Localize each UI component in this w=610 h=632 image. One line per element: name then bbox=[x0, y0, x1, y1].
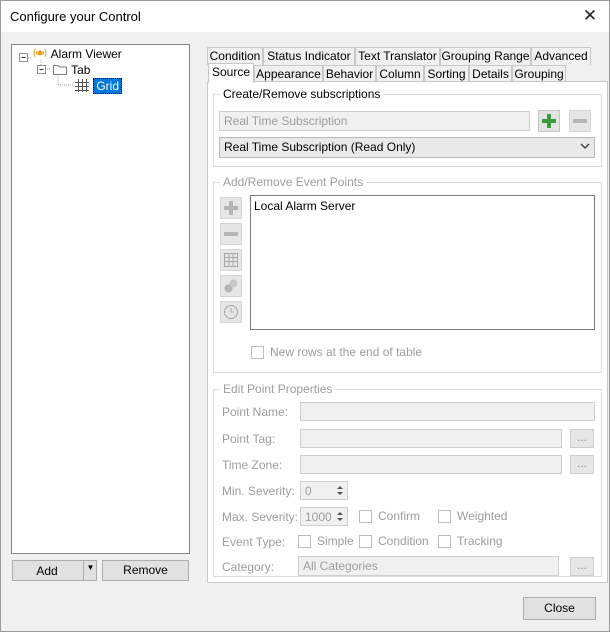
point-tag-label: Point Tag: bbox=[222, 432, 276, 446]
time-zone-browse-button[interactable]: ... bbox=[570, 455, 594, 474]
plus-icon bbox=[542, 114, 556, 128]
minus-icon bbox=[573, 119, 587, 123]
tree-item-grid[interactable]: Grid bbox=[74, 78, 123, 94]
remove-subscription-button[interactable] bbox=[569, 110, 591, 132]
max-severity-label: Max. Severity: bbox=[222, 510, 299, 524]
split-divider bbox=[83, 561, 84, 580]
condition-checkbox[interactable] bbox=[359, 535, 372, 548]
weighted-checkbox[interactable] bbox=[438, 510, 451, 523]
category-label: Category: bbox=[222, 560, 275, 574]
subscriptions-group: Create/Remove subscriptions Real Time Su… bbox=[213, 87, 602, 167]
tab-source[interactable]: Source bbox=[208, 63, 254, 83]
point-tag-browse-button[interactable]: ... bbox=[570, 429, 594, 448]
min-severity-label: Min. Severity: bbox=[222, 484, 295, 498]
subscription-select[interactable]: Real Time Subscription (Read Only) bbox=[219, 137, 595, 158]
min-severity-value: 0 bbox=[305, 484, 312, 498]
remove-event-point-button[interactable] bbox=[220, 223, 242, 245]
subscription-name-field[interactable]: Real Time Subscription bbox=[219, 111, 530, 131]
title-bar: Configure your Control ✕ bbox=[1, 1, 609, 32]
spin-arrows-icon[interactable] bbox=[334, 483, 346, 498]
add-button[interactable]: Add ▼ bbox=[12, 560, 97, 581]
plus-icon bbox=[224, 201, 238, 215]
point-name-label: Point Name: bbox=[222, 405, 289, 419]
spin-arrows-icon[interactable] bbox=[334, 509, 346, 524]
point-tag-field[interactable] bbox=[300, 429, 562, 448]
simple-checkbox[interactable] bbox=[298, 535, 311, 548]
max-severity-stepper[interactable]: 1000 bbox=[300, 507, 348, 526]
add-event-point-button[interactable] bbox=[220, 197, 242, 219]
new-rows-label: New rows at the end of table bbox=[270, 345, 423, 359]
tree-item-tab[interactable]: Tab bbox=[52, 62, 90, 77]
tab-status-indicator[interactable]: Status Indicator bbox=[263, 47, 355, 65]
add-button-label: Add bbox=[36, 564, 58, 578]
event-points-group-label: Add/Remove Event Points bbox=[220, 175, 367, 189]
tree-item-alarm-viewer[interactable]: Alarm Viewer bbox=[32, 46, 122, 61]
category-field[interactable]: All Categories bbox=[298, 556, 559, 576]
table-icon bbox=[224, 253, 238, 267]
confirm-checkbox[interactable] bbox=[359, 510, 372, 523]
tab-text-translator[interactable]: Text Translator bbox=[355, 47, 440, 65]
chevron-down-icon bbox=[580, 143, 590, 149]
tree-item-label: Grid bbox=[93, 78, 123, 94]
tab-advanced[interactable]: Advanced bbox=[531, 47, 591, 65]
browse-points-button[interactable] bbox=[220, 249, 242, 271]
minus-icon bbox=[224, 232, 238, 236]
tracking-label: Tracking bbox=[457, 534, 503, 548]
tracking-checkbox[interactable] bbox=[438, 535, 451, 548]
history-button[interactable] bbox=[220, 301, 242, 323]
tab-grouping-range[interactable]: Grouping Range bbox=[440, 47, 531, 65]
weighted-label: Weighted bbox=[457, 509, 508, 523]
min-severity-stepper[interactable]: 0 bbox=[300, 481, 348, 500]
max-severity-value: 1000 bbox=[305, 510, 332, 524]
close-button[interactable]: Close bbox=[523, 597, 596, 620]
subscription-select-value: Real Time Subscription (Read Only) bbox=[224, 140, 416, 154]
control-tree[interactable]: Alarm Viewer Tab Grid bbox=[11, 44, 190, 554]
tree-item-label: Tab bbox=[71, 63, 91, 77]
add-subscription-button[interactable] bbox=[538, 110, 560, 132]
event-points-group: Add/Remove Event Points Local Alarm Serv… bbox=[213, 175, 602, 373]
tree-item-label: Alarm Viewer bbox=[50, 47, 122, 61]
simple-label: Simple bbox=[317, 534, 354, 548]
event-type-label: Event Type: bbox=[222, 535, 286, 549]
source-tab-panel: Create/Remove subscriptions Real Time Su… bbox=[207, 81, 608, 583]
time-zone-label: Time Zone: bbox=[222, 458, 283, 472]
grid-icon bbox=[75, 79, 89, 92]
folder-icon bbox=[53, 65, 67, 75]
event-points-list[interactable]: Local Alarm Server bbox=[250, 195, 595, 330]
remove-button[interactable]: Remove bbox=[102, 560, 189, 581]
condition-label: Condition bbox=[378, 534, 429, 548]
configure-dialog: Configure your Control ✕ Alarm Viewer Ta… bbox=[0, 0, 610, 632]
point-properties-group: Edit Point Properties Point Name: Point … bbox=[213, 382, 602, 577]
subscriptions-group-label: Create/Remove subscriptions bbox=[220, 87, 384, 101]
time-zone-field[interactable] bbox=[300, 455, 562, 474]
close-icon[interactable]: ✕ bbox=[579, 5, 601, 27]
dropdown-arrow-icon[interactable]: ▼ bbox=[85, 563, 96, 572]
confirm-label: Confirm bbox=[378, 509, 421, 523]
new-rows-checkbox[interactable] bbox=[251, 346, 264, 359]
point-properties-group-label: Edit Point Properties bbox=[220, 382, 336, 396]
alarm-icon bbox=[33, 48, 47, 58]
link-icon bbox=[224, 279, 238, 293]
clock-icon bbox=[224, 305, 238, 319]
list-item[interactable]: Local Alarm Server bbox=[254, 199, 355, 213]
category-browse-button[interactable]: ... bbox=[570, 557, 594, 576]
point-name-field[interactable] bbox=[300, 402, 595, 421]
window-title: Configure your Control bbox=[10, 9, 141, 24]
connect-button[interactable] bbox=[220, 275, 242, 297]
